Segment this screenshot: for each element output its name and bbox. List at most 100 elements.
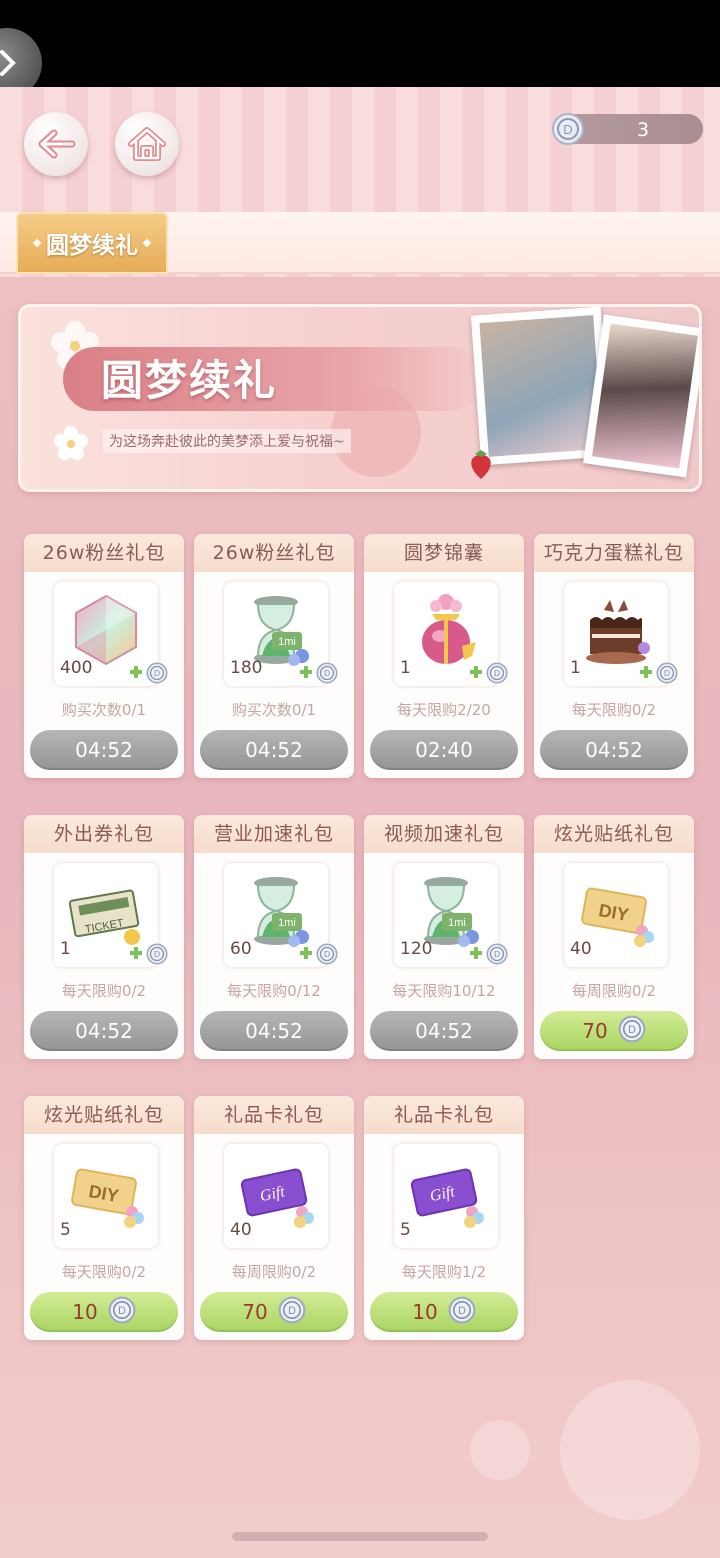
gift-pack-title: 礼品卡礼包	[364, 1096, 524, 1134]
purchase-limit: 每天限购10/12	[392, 982, 496, 1000]
bonus-coin: D	[656, 662, 678, 688]
bonus-coin: D	[146, 662, 168, 688]
diamond-coin-icon: D	[656, 662, 678, 684]
countdown-text: 04:52	[415, 1019, 473, 1043]
diamond-coin-icon: D	[618, 1015, 646, 1042]
coin-price-icon: D	[108, 1296, 136, 1329]
status-bar	[0, 0, 720, 87]
tab-yuanmeng[interactable]: 圆梦续礼	[16, 212, 168, 274]
ticket-icon: TICKET	[66, 871, 146, 955]
countdown-button[interactable]: 04:52	[540, 730, 688, 770]
diamond-coin-icon: D	[316, 662, 338, 684]
countdown-text: 02:40	[415, 738, 473, 762]
gift-pack-title: 礼品卡礼包	[194, 1096, 354, 1134]
plus-icon	[130, 666, 142, 678]
coin-price-icon: D	[448, 1296, 476, 1329]
gift-pack-card[interactable]: 炫光贴纸礼包 DIY 5 每天限购0/2 10 D	[24, 1096, 184, 1340]
gift-pack-card[interactable]: 礼品卡礼包 Gift 5 每天限购1/2 10 D	[364, 1096, 524, 1340]
diy-sticker-icon: DIY	[66, 1152, 146, 1236]
buy-button[interactable]: 70 D	[200, 1292, 348, 1332]
gift-pack-title: 炫光贴纸礼包	[534, 815, 694, 853]
bg-bokeh	[470, 1420, 530, 1480]
svg-text:D: D	[118, 1305, 126, 1317]
gift-pack-card[interactable]: 礼品卡礼包 Gift 40 每周限购0/2 70 D	[194, 1096, 354, 1340]
purchase-limit: 每周限购0/2	[571, 982, 657, 1000]
home-button[interactable]	[115, 112, 179, 176]
item-quantity: 5	[60, 1220, 71, 1240]
price-text: 10	[72, 1300, 98, 1324]
back-button[interactable]	[24, 112, 88, 176]
tab-dot-right	[142, 238, 152, 248]
svg-text:1mi: 1mi	[448, 917, 466, 929]
plus-icon	[300, 947, 312, 959]
countdown-text: 04:52	[245, 1019, 303, 1043]
banner-title: 圆梦续礼	[101, 356, 278, 405]
item-quantity: 1	[400, 658, 411, 678]
event-banner[interactable]: 圆梦续礼 为这场奔赴彼此的美梦添上爱与祝福~	[18, 304, 702, 492]
purchase-limit: 每天限购0/12	[227, 982, 321, 1000]
countdown-button[interactable]: 04:52	[30, 1011, 178, 1051]
diamond-coin-icon: D	[278, 1296, 306, 1323]
countdown-button[interactable]: 04:52	[370, 1011, 518, 1051]
diamond-coin-icon: D	[146, 662, 168, 684]
countdown-button[interactable]: 04:52	[200, 730, 348, 770]
plus-icon	[470, 666, 482, 678]
item-quantity: 400	[60, 658, 93, 678]
gift-pack-title: 26w粉丝礼包	[194, 534, 354, 572]
item-quantity: 180	[230, 658, 263, 678]
countdown-button[interactable]: 02:40	[370, 730, 518, 770]
bonus-coin: D	[146, 943, 168, 969]
currency-amount: 3	[636, 119, 650, 141]
buy-button[interactable]: 10 D	[370, 1292, 518, 1332]
gift-pack-card[interactable]: 圆梦锦囊 1 D 每天限购2/20 02:40	[364, 534, 524, 778]
gift-pack-title: 外出券礼包	[24, 815, 184, 853]
gift-pack-card[interactable]: 26w粉丝礼包 1mi 180 D 购买次数0/1 04:52	[194, 534, 354, 778]
svg-text:D: D	[154, 668, 160, 678]
item-quantity: 120	[400, 939, 433, 959]
buy-button[interactable]: 70 D	[540, 1011, 688, 1051]
svg-text:D: D	[324, 949, 330, 959]
purchase-limit: 购买次数0/1	[61, 701, 147, 719]
gift-pack-card[interactable]: 视频加速礼包 1mi 120 D 每天限购10/12 04:52	[364, 815, 524, 1059]
price-text: 70	[582, 1019, 608, 1043]
price-text: 70	[242, 1300, 268, 1324]
bonus-coin: D	[486, 943, 508, 969]
gift-pack-card[interactable]: 营业加速礼包 1mi 60 D 每天限购0/12 04:52	[194, 815, 354, 1059]
bonus-coin: D	[316, 943, 338, 969]
banner-subtitle: 为这场奔赴彼此的美梦添上爱与祝福~	[103, 429, 351, 453]
plus-icon	[470, 947, 482, 959]
svg-text:1mi: 1mi	[278, 917, 296, 929]
gift-card-icon: Gift	[406, 1152, 486, 1236]
svg-text:D: D	[494, 949, 500, 959]
countdown-button[interactable]: 04:52	[200, 1011, 348, 1051]
purchase-limit: 每天限购0/2	[571, 701, 657, 719]
gift-pack-card[interactable]: 巧克力蛋糕礼包 1 D 每天限购0/2 04:52	[534, 534, 694, 778]
item-quantity: 1	[60, 939, 71, 959]
gift-pack-card[interactable]: 26w粉丝礼包 400 D 购买次数0/1 04:52	[24, 534, 184, 778]
countdown-button[interactable]: 04:52	[30, 730, 178, 770]
gift-pack-card[interactable]: 炫光贴纸礼包 DIY 40 每周限购0/2 70 D	[534, 815, 694, 1059]
svg-text:D: D	[628, 1024, 636, 1036]
diamond-coin-icon: D	[486, 943, 508, 965]
cake-icon	[576, 590, 656, 674]
gift-pack-card[interactable]: 外出券礼包 TICKET 1 D 每天限购0/2 04:52	[24, 815, 184, 1059]
photo-card-image	[583, 314, 699, 478]
diamond-coin-icon: D	[108, 1296, 136, 1323]
diamond-coin-icon: D	[448, 1296, 476, 1323]
currency-display[interactable]: D 3	[552, 113, 703, 145]
purchase-limit: 每天限购0/2	[61, 1263, 147, 1281]
gift-pack-title: 视频加速礼包	[364, 815, 524, 853]
countdown-text: 04:52	[75, 1019, 133, 1043]
purchase-limit: 每天限购2/20	[397, 701, 491, 719]
svg-text:D: D	[458, 1305, 466, 1317]
diamond-coin-icon: D	[316, 943, 338, 965]
countdown-text: 04:52	[585, 738, 643, 762]
pouch-icon	[406, 590, 486, 674]
svg-text:1mi: 1mi	[278, 636, 296, 648]
svg-text:D: D	[288, 1305, 296, 1317]
gift-pack-title: 炫光贴纸礼包	[24, 1096, 184, 1134]
bg-bokeh	[560, 1380, 700, 1520]
tab-label: 圆梦续礼	[46, 233, 138, 259]
buy-button[interactable]: 10 D	[30, 1292, 178, 1332]
arrow-left-icon	[38, 129, 76, 159]
